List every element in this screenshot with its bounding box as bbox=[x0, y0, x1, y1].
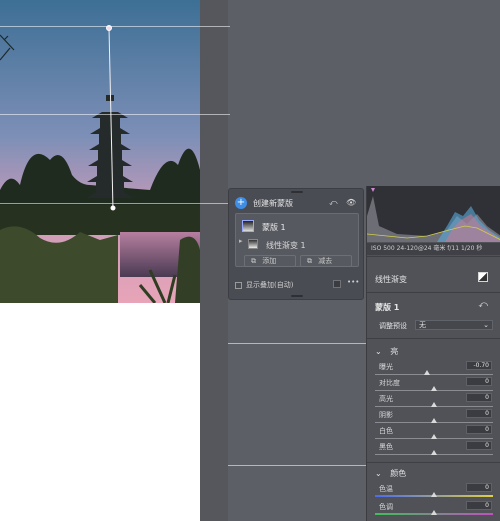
create-mask-label[interactable]: 创建新蒙版 bbox=[253, 198, 293, 209]
overlay-toggle[interactable]: 显示叠加(自动) bbox=[235, 280, 293, 290]
chevron-down-icon: ⌄ bbox=[483, 321, 489, 329]
divider bbox=[367, 292, 500, 293]
slider-label: 高光 bbox=[379, 395, 393, 403]
slider-thumb[interactable] bbox=[431, 492, 437, 497]
slider-value[interactable]: 0 bbox=[466, 409, 492, 418]
sub-mask-thumbnail[interactable] bbox=[248, 239, 258, 249]
color-section-label: 颜色 bbox=[390, 469, 407, 478]
slider-track[interactable] bbox=[375, 374, 493, 375]
mask-name[interactable]: 蒙版 1 bbox=[262, 222, 286, 233]
mask-visibility-icon[interactable]: 👁 bbox=[346, 198, 356, 207]
overlay-label: 显示叠加(自动) bbox=[246, 281, 294, 289]
divider bbox=[367, 462, 500, 463]
mask-thumbnail[interactable] bbox=[242, 220, 254, 232]
slider-thumb[interactable] bbox=[431, 386, 437, 391]
photo-canvas[interactable] bbox=[0, 0, 228, 303]
slider-value[interactable]: 0 bbox=[466, 377, 492, 386]
camera-info: ISO 500 24-120@24 毫米 f/11 1/20 秒 bbox=[367, 243, 500, 255]
slider-label: 黑色 bbox=[379, 443, 393, 451]
slider-thumb[interactable] bbox=[424, 370, 430, 375]
chevron-down-icon: ⌄ bbox=[375, 469, 382, 478]
add-button[interactable]: ⧉ 添加 bbox=[244, 255, 296, 267]
create-mask-icon[interactable]: + bbox=[235, 197, 247, 209]
slider-thumb[interactable] bbox=[431, 510, 437, 515]
slider-label: 色温 bbox=[379, 485, 393, 493]
subtract-button[interactable]: ⧉ 减去 bbox=[300, 255, 352, 267]
panel-grip-bottom[interactable] bbox=[291, 295, 303, 297]
mask-panel: + 创建新蒙版 ⤺ 👁 蒙版 1 ▸ 线性渐变 1 ⧉ 添加 ⧉ 减去 显示叠加… bbox=[228, 188, 364, 300]
photo-image bbox=[0, 0, 228, 303]
preset-label: 调整预设 bbox=[379, 322, 407, 330]
slider-thumb[interactable] bbox=[431, 418, 437, 423]
slider-value[interactable]: -0.70 bbox=[466, 361, 492, 370]
histogram-graph bbox=[366, 188, 500, 242]
tool-title: 线性渐变 bbox=[375, 275, 407, 284]
slider-value[interactable]: 0 bbox=[466, 441, 492, 450]
overlay-color-swatch[interactable] bbox=[333, 280, 341, 288]
slider-value[interactable]: 0 bbox=[466, 425, 492, 434]
light-section-header[interactable]: ⌄ 亮 bbox=[375, 346, 398, 357]
overlay-checkbox[interactable] bbox=[235, 281, 242, 289]
slider-label: 阴影 bbox=[379, 411, 393, 419]
gradient-guide-middle[interactable] bbox=[0, 114, 230, 115]
add-icon: ⧉ bbox=[251, 257, 256, 265]
slider-label: 白色 bbox=[379, 427, 393, 435]
slider-thumb[interactable] bbox=[431, 434, 437, 439]
slider-label: 对比度 bbox=[379, 379, 400, 387]
light-section-label: 亮 bbox=[390, 347, 399, 356]
reset-icon[interactable]: ⤺ bbox=[478, 300, 488, 310]
preset-select[interactable]: 无 ⌄ bbox=[415, 320, 493, 330]
more-options-icon[interactable]: ••• bbox=[347, 278, 359, 286]
expand-arrow-icon[interactable]: ▸ bbox=[239, 237, 243, 245]
workspace-guide-2 bbox=[228, 465, 368, 466]
panel-grip-top[interactable] bbox=[291, 191, 303, 193]
chevron-down-icon: ⌄ bbox=[375, 347, 382, 356]
slider-thumb[interactable] bbox=[431, 402, 437, 407]
workspace-guide-1 bbox=[228, 343, 368, 344]
color-section-header[interactable]: ⌄ 颜色 bbox=[375, 468, 406, 479]
add-button-label: 添加 bbox=[262, 257, 277, 265]
sub-mask-name[interactable]: 线性渐变 1 bbox=[266, 240, 306, 251]
subtract-icon: ⧉ bbox=[307, 257, 312, 265]
develop-panel: ISO 500 24-120@24 毫米 f/11 1/20 秒 线性渐变 蒙版… bbox=[366, 186, 500, 521]
mask-undo-icon[interactable]: ⤺ bbox=[329, 198, 338, 208]
gradient-guide-top[interactable] bbox=[0, 26, 230, 27]
divider bbox=[367, 256, 500, 257]
mask-list: 蒙版 1 ▸ 线性渐变 1 ⧉ 添加 ⧉ 减去 bbox=[235, 213, 359, 267]
slider-value[interactable]: 0 bbox=[466, 393, 492, 402]
preset-value: 无 bbox=[419, 321, 426, 329]
slider-value[interactable]: 0 bbox=[466, 483, 492, 492]
histogram[interactable] bbox=[366, 186, 500, 242]
divider bbox=[367, 338, 500, 339]
slider-value[interactable]: 0 bbox=[466, 501, 492, 510]
slider-label: 曝光 bbox=[379, 363, 393, 371]
gradient-guide-bottom[interactable] bbox=[0, 203, 230, 204]
mask-label: 蒙版 1 bbox=[375, 303, 400, 312]
slider-label: 色调 bbox=[379, 503, 393, 511]
subtract-button-label: 减去 bbox=[318, 257, 333, 265]
slider-thumb[interactable] bbox=[431, 450, 437, 455]
gradient-tool-icon[interactable] bbox=[478, 272, 488, 282]
